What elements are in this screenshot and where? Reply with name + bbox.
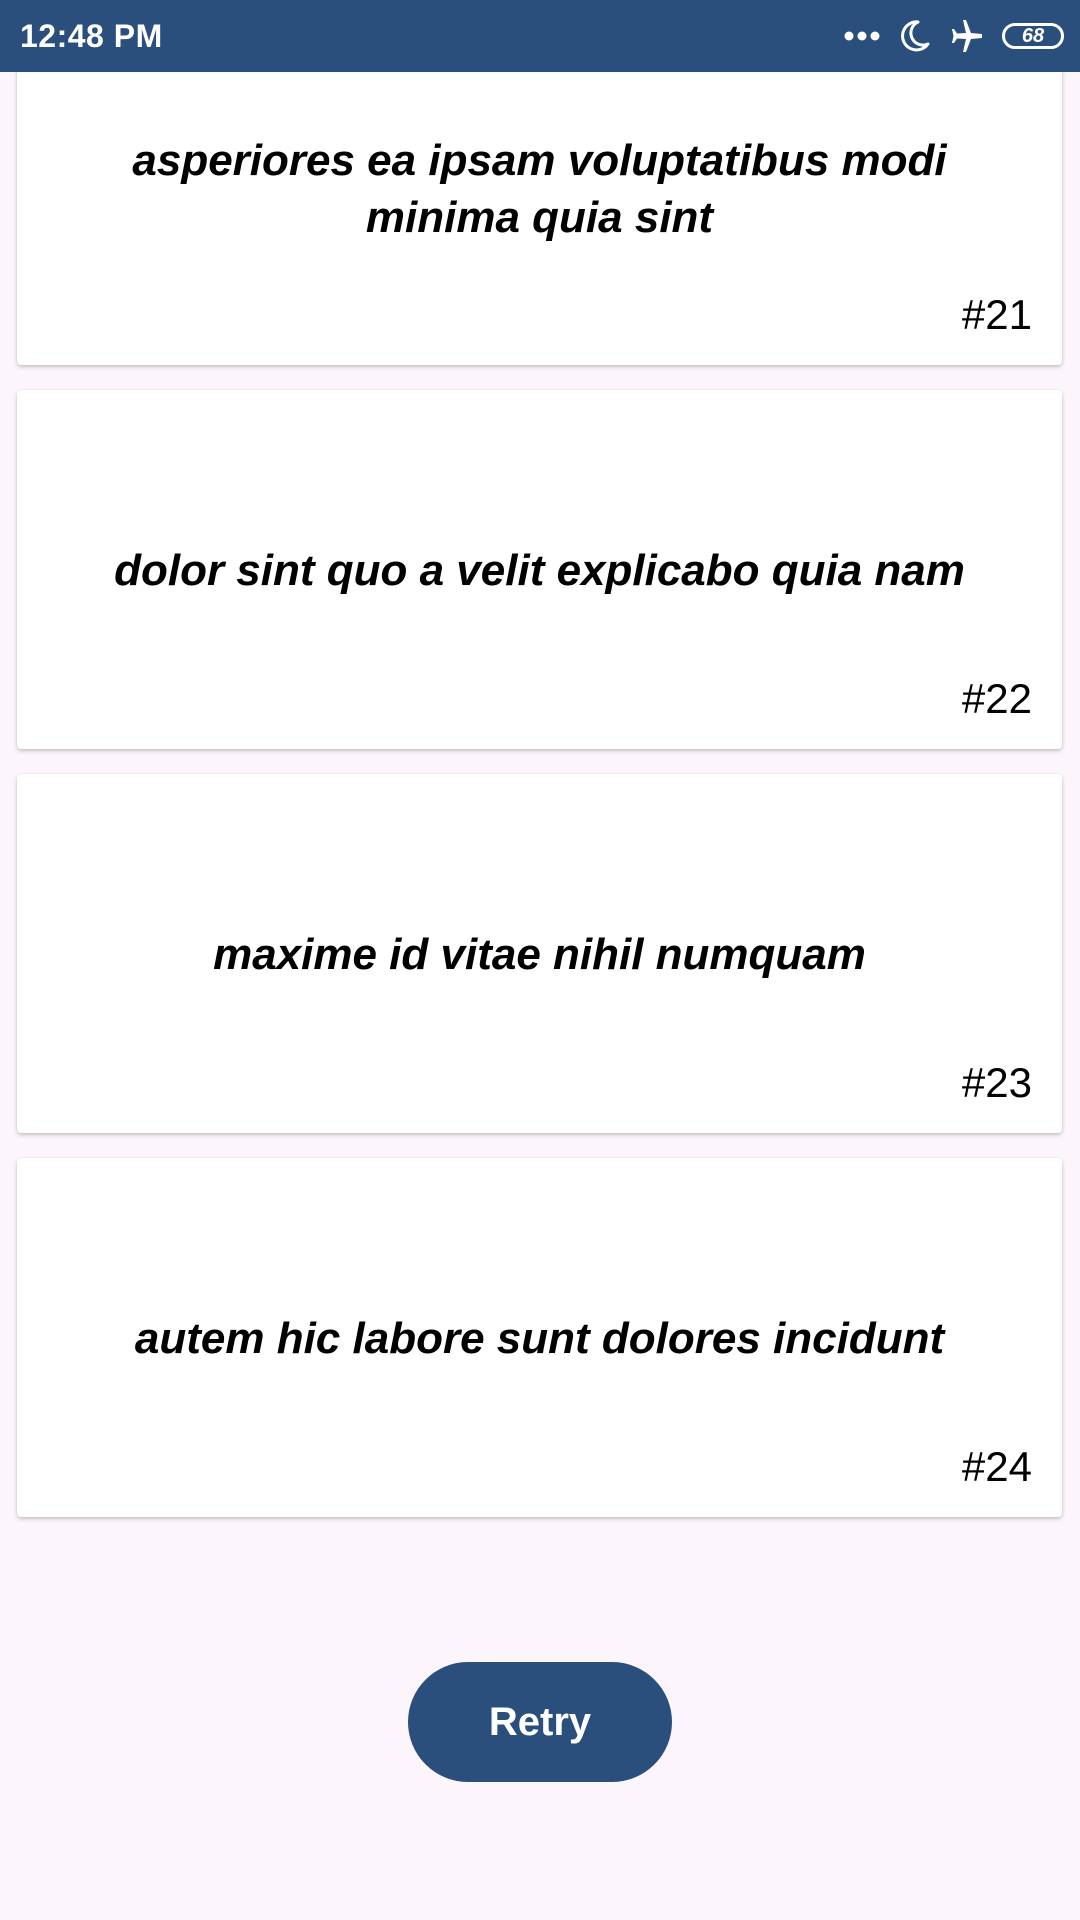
item-title: dolor sint quo a velit explicabo quia na… [114,546,965,595]
item-title: asperiores ea ipsam voluptatibus modi mi… [132,136,947,242]
status-time: 12:48 PM [20,17,163,54]
item-number: #22 [961,675,1032,722]
retry-button[interactable]: Retry [408,1662,672,1782]
item-number: #21 [961,291,1032,338]
list-item[interactable]: dolor sint quo a velit explicabo quia na… [17,390,1062,749]
battery-level: 68 [1021,25,1045,47]
item-number: #23 [961,1059,1032,1106]
battery-icon: 68 [1002,23,1064,49]
status-bar: 12:48 PM 68 [0,0,1080,72]
status-icons: 68 [844,17,1064,55]
item-title: maxime id vitae nihil numquam [213,930,866,979]
more-dots-icon [844,30,880,42]
moon-icon [896,18,932,54]
list-item[interactable]: autem hic labore sunt dolores incidunt #… [17,1158,1062,1517]
list-item[interactable]: asperiores ea ipsam voluptatibus modi mi… [17,58,1062,365]
airplane-icon [948,17,986,55]
list-item[interactable]: maxime id vitae nihil numquam #23 [17,774,1062,1133]
item-number: #24 [961,1443,1032,1490]
item-title: autem hic labore sunt dolores incidunt [134,1314,945,1363]
